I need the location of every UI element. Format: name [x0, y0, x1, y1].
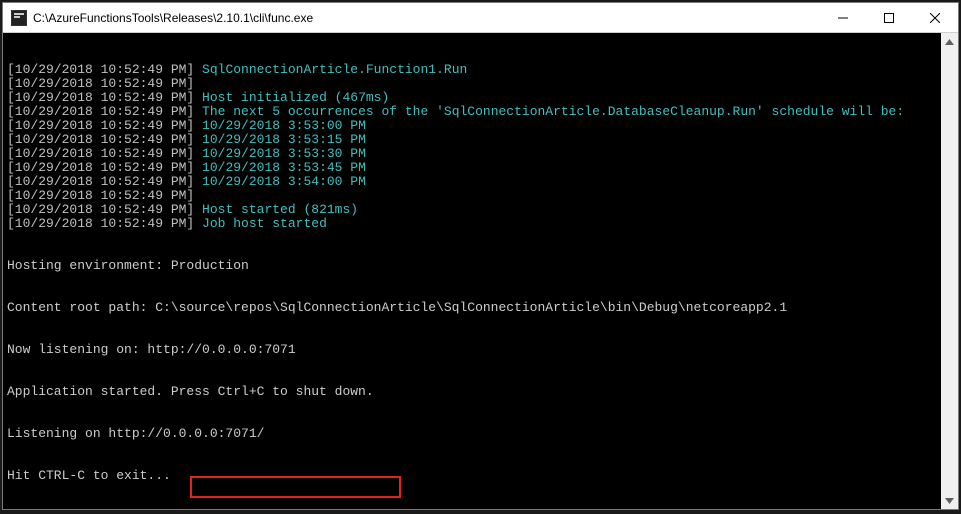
minimize-button[interactable] — [820, 3, 866, 32]
log-message: Host initialized (467ms) — [202, 90, 389, 105]
titlebar[interactable]: C:\AzureFunctionsTools\Releases\2.10.1\c… — [3, 3, 958, 33]
timestamp: [10/29/2018 10:52:49 PM] — [7, 202, 202, 217]
log-line: [10/29/2018 10:52:49 PM] 10/29/2018 3:53… — [7, 133, 958, 147]
timestamp: [10/29/2018 10:52:49 PM] — [7, 132, 202, 147]
log-line: Hit CTRL-C to exit... — [7, 469, 958, 483]
log-line: [10/29/2018 10:52:49 PM] 10/29/2018 3:53… — [7, 147, 958, 161]
timestamp: [10/29/2018 10:52:49 PM] — [7, 118, 202, 133]
timestamp: [10/29/2018 10:52:49 PM] — [7, 174, 202, 189]
timestamp: [10/29/2018 10:52:49 PM] — [7, 160, 202, 175]
window-controls — [820, 3, 958, 32]
scroll-down-button[interactable] — [941, 492, 958, 509]
console-output[interactable]: [10/29/2018 10:52:49 PM] SqlConnectionAr… — [3, 33, 958, 509]
log-message: 10/29/2018 3:53:00 PM — [202, 118, 366, 133]
log-line: Content root path: C:\source\repos\SqlCo… — [7, 301, 958, 315]
scroll-track[interactable] — [941, 50, 958, 492]
timestamp: [10/29/2018 10:52:49 PM] — [7, 216, 202, 231]
log-line: [10/29/2018 10:52:49 PM] — [7, 189, 958, 203]
log-message: SqlConnectionArticle.Function1.Run — [202, 62, 467, 77]
timestamp: [10/29/2018 10:52:49 PM] — [7, 90, 202, 105]
window-title: C:\AzureFunctionsTools\Releases\2.10.1\c… — [33, 11, 820, 25]
scroll-up-button[interactable] — [941, 33, 958, 50]
timestamp: [10/29/2018 10:52:49 PM] — [7, 62, 202, 77]
log-line: [10/29/2018 10:52:49 PM] Host started (8… — [7, 203, 958, 217]
log-line: Application started. Press Ctrl+C to shu… — [7, 385, 958, 399]
log-line: [10/29/2018 10:52:49 PM] SqlConnectionAr… — [7, 63, 958, 77]
log-line: [10/29/2018 10:52:49 PM] The next 5 occu… — [7, 105, 958, 119]
vertical-scrollbar[interactable] — [941, 33, 958, 509]
log-message: 10/29/2018 3:54:00 PM — [202, 174, 366, 189]
log-line: [10/29/2018 10:52:49 PM] Host initialize… — [7, 91, 958, 105]
log-line: Hosting environment: Production — [7, 259, 958, 273]
log-line: [10/29/2018 10:52:49 PM] 10/29/2018 3:54… — [7, 175, 958, 189]
log-message: The next 5 occurrences of the 'SqlConnec… — [202, 104, 904, 119]
log-line: [10/29/2018 10:52:49 PM] 10/29/2018 3:53… — [7, 119, 958, 133]
log-line: Now listening on: http://0.0.0.0:7071 — [7, 343, 958, 357]
app-icon — [11, 10, 27, 26]
timestamp: [10/29/2018 10:52:49 PM] — [7, 76, 202, 91]
log-message: Host started (821ms) — [202, 202, 358, 217]
timestamp: [10/29/2018 10:52:49 PM] — [7, 188, 202, 203]
log-message: 10/29/2018 3:53:15 PM — [202, 132, 366, 147]
log-line: Listening on http://0.0.0.0:7071/ — [7, 427, 958, 441]
maximize-button[interactable] — [866, 3, 912, 32]
log-message: 10/29/2018 3:53:45 PM — [202, 160, 366, 175]
timestamp: [10/29/2018 10:52:49 PM] — [7, 104, 202, 119]
close-button[interactable] — [912, 3, 958, 32]
log-message: 10/29/2018 3:53:30 PM — [202, 146, 366, 161]
log-message: Job host started — [202, 216, 327, 231]
log-line: [10/29/2018 10:52:49 PM] 10/29/2018 3:53… — [7, 161, 958, 175]
log-line: [10/29/2018 10:52:49 PM] Job host starte… — [7, 217, 958, 231]
timestamp: [10/29/2018 10:52:49 PM] — [7, 146, 202, 161]
window-frame: C:\AzureFunctionsTools\Releases\2.10.1\c… — [2, 2, 959, 510]
log-line: [10/29/2018 10:52:49 PM] — [7, 77, 958, 91]
